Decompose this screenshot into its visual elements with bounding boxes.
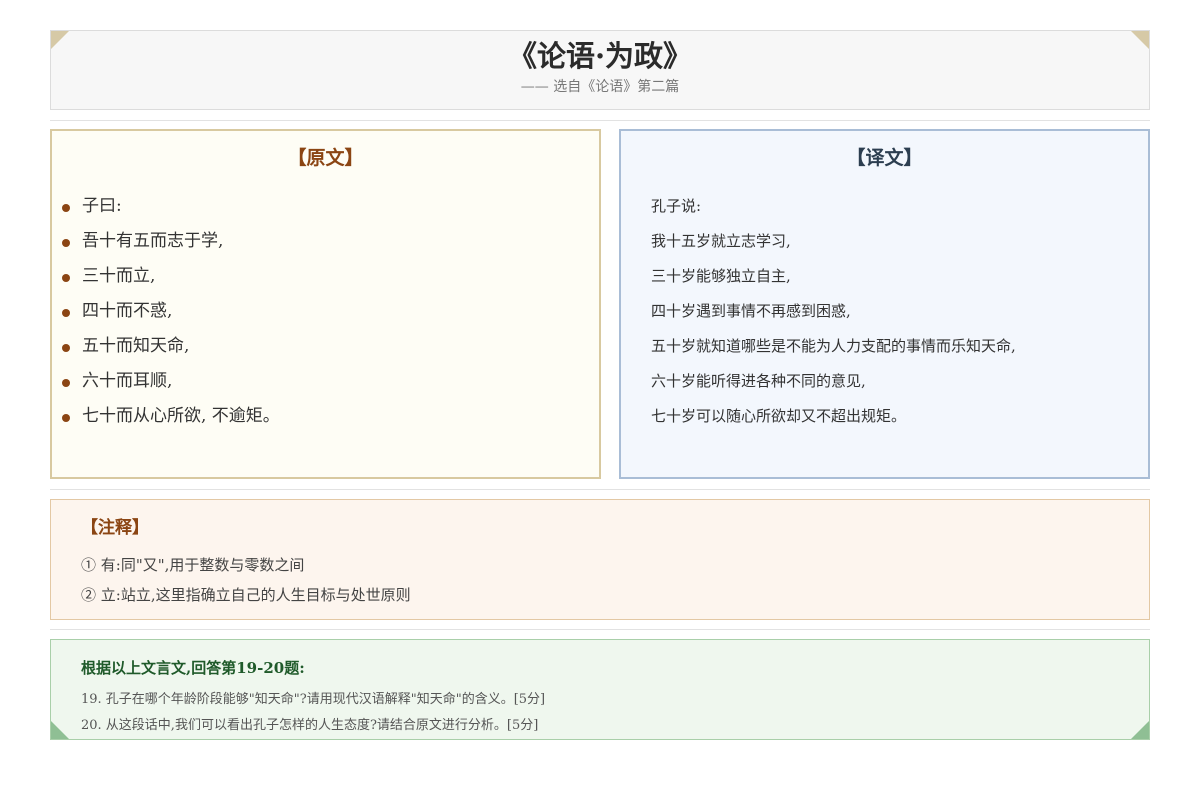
divider	[50, 629, 1150, 630]
divider	[50, 489, 1150, 490]
list-item: 我十五岁就立志学习,	[651, 232, 791, 250]
list-item: 三十而立,	[62, 259, 599, 294]
list-item: 五十而知天命,	[62, 329, 599, 364]
title-header: 《论语·为政》 —— 选自《论语》第二篇	[50, 30, 1150, 110]
note-item: ① 有:同"又",用于整数与零数之间	[81, 556, 305, 574]
list-item: 四十岁遇到事情不再感到困惑,	[651, 302, 851, 320]
list-item: 子曰:	[62, 189, 599, 224]
questions-heading: 根据以上文言文,回答第19-20题:	[81, 659, 305, 677]
list-item: 七十而从心所欲, 不逾矩。	[62, 399, 599, 434]
list-item: 五十岁就知道哪些是不能为人力支配的事情而乐知天命,	[651, 337, 1016, 355]
list-item: 四十而不惑,	[62, 294, 599, 329]
list-item: 七十岁可以随心所欲却又不超出规矩。	[651, 407, 907, 425]
list-item: 孔子说:	[651, 197, 702, 215]
translation-heading: 【译文】	[846, 147, 923, 169]
divider	[50, 120, 1150, 121]
notes-heading: 【注释】	[81, 518, 149, 538]
list-item: 六十而耳顺,	[62, 364, 599, 399]
translation-list: 孔子说: 我十五岁就立志学习, 三十岁能够独立自主, 四十岁遇到事情不再感到困惑…	[621, 189, 1148, 434]
corner-decoration	[51, 721, 69, 739]
original-text-panel: 【原文】 子曰: 吾十有五而志于学, 三十而立, 四十而不惑, 五十而知天命, …	[50, 129, 601, 479]
page-title: 《论语·为政》	[507, 39, 693, 73]
corner-decoration	[51, 31, 69, 49]
page-subtitle: —— 选自《论语》第二篇	[520, 79, 680, 95]
list-item: 三十岁能够独立自主,	[651, 267, 791, 285]
translation-panel: 【译文】 孔子说: 我十五岁就立志学习, 三十岁能够独立自主, 四十岁遇到事情不…	[619, 129, 1150, 479]
note-item: ② 立:站立,这里指确立自己的人生目标与处世原则	[81, 586, 411, 604]
original-text-list: 子曰: 吾十有五而志于学, 三十而立, 四十而不惑, 五十而知天命, 六十而耳顺…	[52, 189, 599, 434]
corner-decoration	[1131, 721, 1149, 739]
list-item: 六十岁能听得进各种不同的意见,	[651, 372, 866, 390]
notes-panel: 【注释】 ① 有:同"又",用于整数与零数之间 ② 立:站立,这里指确立自己的人…	[50, 499, 1150, 620]
original-heading: 【原文】	[287, 147, 364, 169]
question-item: 20. 从这段话中,我们可以看出孔子怎样的人生态度?请结合原文进行分析。[5分]	[81, 718, 539, 733]
question-item: 19. 孔子在哪个年龄阶段能够"知天命"?请用现代汉语解释"知天命"的含义。[5…	[81, 692, 546, 707]
questions-panel: 根据以上文言文,回答第19-20题: 19. 孔子在哪个年龄阶段能够"知天命"?…	[50, 639, 1150, 740]
corner-decoration	[1131, 31, 1149, 49]
list-item: 吾十有五而志于学,	[62, 224, 599, 259]
